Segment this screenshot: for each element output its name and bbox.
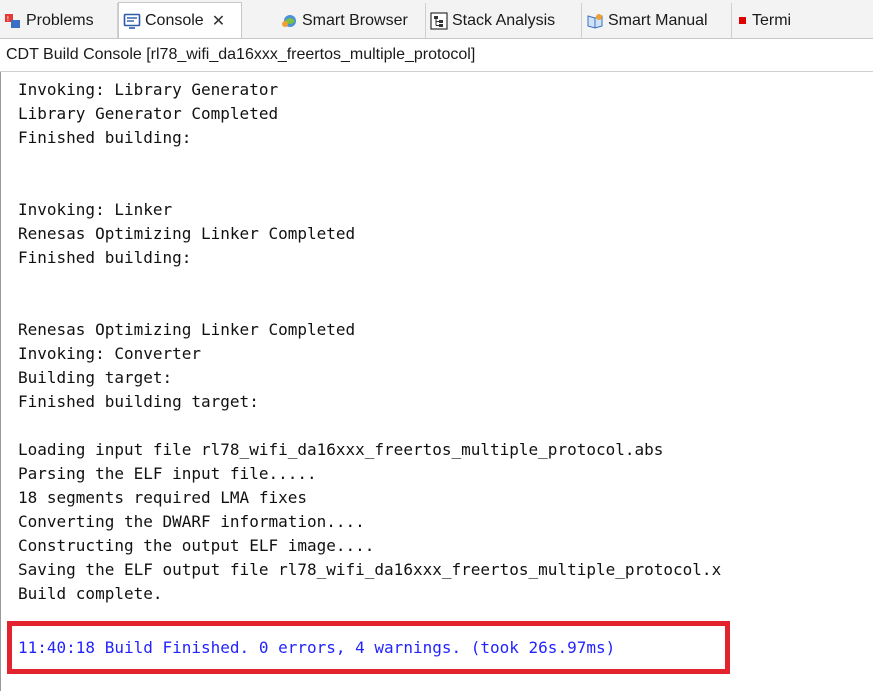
console-line: Renesas Optimizing Linker Completed: [18, 320, 356, 339]
console-line: Finished building:: [18, 248, 192, 267]
console-output[interactable]: Invoking: Library Generator Library Gene…: [0, 72, 873, 691]
tab-smart-browser[interactable]: Smart Browser: [276, 3, 426, 38]
problems-icon: !: [4, 12, 22, 30]
console-line: Build complete.: [18, 584, 163, 603]
stack-analysis-icon: [430, 11, 448, 30]
console-line: 18 segments required LMA fixes: [18, 488, 307, 507]
smart-manual-icon: [586, 12, 604, 30]
tab-smart-browser-label: Smart Browser: [302, 11, 408, 29]
tab-terminal[interactable]: Termi: [732, 3, 873, 38]
console-line: Loading input file rl78_wifi_da16xxx_fre…: [18, 440, 664, 459]
console-line: Saving the ELF output file rl78_wifi_da1…: [18, 560, 722, 579]
tab-problems[interactable]: ! Problems: [0, 3, 118, 38]
console-line: Constructing the output ELF image....: [18, 536, 375, 555]
tab-stack-analysis-label: Stack Analysis: [452, 11, 556, 29]
tab-console[interactable]: Console ✕: [118, 2, 242, 38]
tab-stack-analysis[interactable]: Stack Analysis: [426, 3, 582, 38]
console-line: Renesas Optimizing Linker Completed: [18, 224, 356, 243]
tab-console-label: Console: [145, 11, 204, 29]
highlight-box: [7, 621, 730, 674]
tab-problems-label: Problems: [26, 11, 94, 29]
console-line: Invoking: Linker: [18, 200, 173, 219]
console-line: Invoking: Converter: [18, 344, 202, 363]
console-line: Finished building:: [18, 128, 192, 147]
console-line: Invoking: Library Generator: [18, 80, 279, 99]
console-line: Finished building target:: [18, 392, 259, 411]
console-line: Building target:: [18, 368, 173, 387]
smart-browser-icon: [280, 12, 298, 30]
tab-smart-manual-label: Smart Manual: [608, 11, 708, 29]
tab-terminal-label: Termi: [752, 11, 792, 29]
close-icon[interactable]: ✕: [212, 11, 225, 31]
view-tab-bar: ! Problems Console ✕ Smart Browser Stack…: [0, 0, 873, 38]
console-icon: [123, 12, 141, 30]
svg-text:!: !: [7, 15, 10, 23]
console-title: CDT Build Console [rl78_wifi_da16xxx_fre…: [0, 39, 873, 72]
tab-smart-manual[interactable]: Smart Manual: [582, 3, 732, 38]
console-line: Library Generator Completed: [18, 104, 279, 123]
console-line: Parsing the ELF input file.....: [18, 464, 317, 483]
terminal-icon: [738, 12, 748, 30]
console-line: Converting the DWARF information....: [18, 512, 365, 531]
